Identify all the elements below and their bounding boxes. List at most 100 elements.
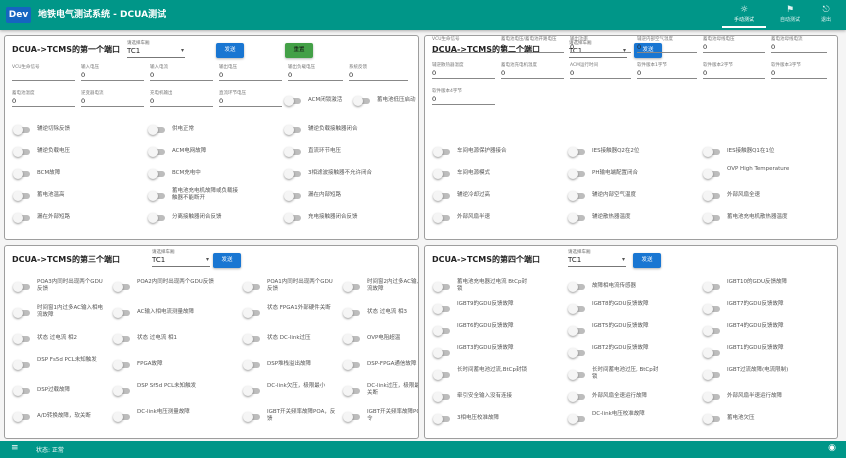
input-field[interactable]: 输出电压 0 — [219, 64, 282, 81]
app-bar: Dev 地铁电气测试系统 - DCUA测试 ☼ 手动测试 ⚑ 自动测试 ⎋ 退出 — [0, 0, 846, 30]
switch-thumb — [433, 169, 443, 179]
field-value: 0 — [12, 97, 17, 105]
switch-thumb — [568, 326, 578, 336]
switch-label: AC输入相电流测量故障 — [137, 309, 195, 315]
eye-icon[interactable]: ◉ — [828, 443, 836, 453]
switch-thumb — [284, 191, 294, 201]
input-field[interactable]: 系统反馈 0 — [349, 64, 408, 81]
switch-label: 蓄电池低压启动 — [377, 97, 416, 103]
input-field[interactable]: 软件版本2字节 0 — [703, 62, 765, 79]
field-value: 0 — [637, 69, 642, 77]
switch-thumb — [13, 386, 23, 396]
switch-label: 状态 过电流 相2 — [37, 335, 77, 341]
switch-label: IGBT3的GDU反馈故障 — [457, 345, 514, 351]
switch-thumb — [343, 360, 353, 370]
input-field[interactable]: 输出功率 0 — [570, 36, 631, 53]
send-button[interactable]: 发送 — [213, 253, 241, 268]
field-value: 0 — [219, 97, 224, 105]
car-select[interactable]: 请选择车厢 TC1 ▾ — [127, 40, 185, 58]
input-field[interactable]: 输出负载电压 0 — [288, 64, 343, 81]
input-field[interactable]: 输入电压 0 — [81, 64, 144, 81]
switch-label: DSP-FPGA通信故障 — [367, 361, 417, 367]
nav-exit[interactable]: ⎋ 退出 — [804, 2, 846, 28]
switch-label: DC-link电压校准故障 — [592, 411, 645, 417]
switch-thumb — [343, 386, 353, 396]
field-value: 0 — [432, 95, 437, 103]
input-field[interactable]: 软件版本4字节 0 — [432, 88, 495, 105]
switch-thumb — [284, 147, 294, 157]
field-label: 软件版本4字节 — [432, 89, 462, 94]
port-panel-1: DCUA->TCMS的第一个端口 请选择车厢 TC1 ▾ 发送 重置 VCU生命信号 输入电压… — [4, 35, 419, 240]
switch-label: DC-link过压，极限最大，软关断 — [367, 383, 419, 396]
input-field[interactable]: ACM运行时间 0 — [570, 62, 631, 79]
switch-label: 充电接触器闭合反馈 — [308, 214, 358, 220]
switch-label: 长时间蓄电池过流,BtCp封锁 — [457, 367, 528, 373]
switch-thumb — [703, 392, 713, 402]
input-field[interactable]: VCU生命信号 — [12, 64, 75, 81]
switch-label: IGBT8的GDU反馈故障 — [592, 301, 649, 307]
switch-label: ACM电网故障 — [172, 148, 207, 154]
switch-thumb — [703, 304, 713, 314]
field-label: 输入电压 — [81, 65, 99, 70]
switch-thumb — [568, 169, 578, 179]
switch-label: IGBT5的GDU反馈故障 — [592, 323, 649, 329]
field-value: 0 — [349, 71, 354, 79]
switch-thumb — [343, 412, 353, 422]
switch-thumb — [113, 360, 123, 370]
input-field[interactable]: VCU生命信号 — [432, 36, 495, 53]
switch-thumb — [148, 213, 158, 223]
switch-label: IGBT1的GDU反馈故障 — [727, 345, 784, 351]
port-panel-3: DCUA->TCMS的第三个端口 请选择车厢 TC1 ▾ 发送 POA3内同时出现两个GD… — [4, 245, 419, 439]
send-button[interactable]: 发送 — [216, 43, 244, 58]
switch-thumb — [13, 125, 23, 135]
input-field[interactable]: 直流环节电压 0 — [219, 90, 282, 107]
panel-title: DCUA->TCMS的第三个端口 — [12, 255, 121, 264]
field-value: 0 — [432, 69, 437, 77]
input-field[interactable]: 辅逆内部空气温度 0 — [637, 36, 697, 53]
car-select[interactable]: 请选择车厢 TC1 ▾ — [568, 249, 626, 267]
app-logo: Dev — [6, 7, 31, 23]
input-field[interactable]: 输入电流 0 — [150, 64, 213, 81]
switch-label: 辅逆负载接触器闭合 — [308, 126, 358, 132]
input-field[interactable]: 软件版本3字节 0 — [771, 62, 827, 79]
switch-thumb — [568, 213, 578, 223]
chevron-down-icon: ▾ — [205, 256, 209, 263]
nav-manual-test[interactable]: ☼ 手动测试 — [722, 2, 766, 28]
switch-label: DSP Fs5d PCL未知触发 — [37, 357, 97, 363]
nav-label: 手动测试 — [733, 17, 754, 23]
input-field[interactable]: 充电机输出 0 — [150, 90, 213, 107]
send-button[interactable]: 发送 — [633, 253, 661, 268]
switch-label: 分离接触器闭合反馈 — [172, 214, 222, 220]
field-value: 0 — [81, 97, 86, 105]
switch-label: BCM充电中 — [172, 170, 201, 176]
switch-thumb — [568, 282, 578, 292]
switch-thumb — [13, 334, 23, 344]
field-label: 直流环节电压 — [219, 91, 246, 96]
input-field[interactable]: 蓄电池温度 0 — [12, 90, 75, 107]
switch-thumb — [284, 213, 294, 223]
input-field[interactable]: 蓄电池电压/蓄电池开路电压 0 — [501, 36, 564, 53]
input-field[interactable]: 软件版本1字节 0 — [637, 62, 697, 79]
input-field[interactable]: 逆变器电流 0 — [81, 90, 144, 107]
switch-thumb — [703, 169, 713, 179]
switch-label: 辅逆切除反馈 — [37, 126, 71, 132]
switch-thumb — [353, 96, 363, 106]
switch-label: IGBT6的GDU反馈故障 — [457, 323, 514, 329]
input-field[interactable]: 蓄电池母线电压 0 — [703, 36, 765, 53]
reset-button[interactable]: 重置 — [285, 43, 313, 58]
switch-label: 蓄电池温高 — [37, 192, 65, 198]
menu-icon[interactable]: ≡ — [11, 443, 19, 453]
input-field[interactable]: 辅逆散热器温度 0 — [432, 62, 495, 79]
car-select[interactable]: 请选择车厢 TC1 ▾ — [152, 249, 210, 267]
field-value: 0 — [771, 43, 776, 51]
input-field[interactable]: 蓄电池母线电流 0 — [771, 36, 827, 53]
select-value: TC1 — [568, 256, 582, 264]
switch-label: 外部风扇半速运行故障 — [727, 393, 783, 399]
switch-label: 供电正常 — [172, 126, 195, 132]
switch-thumb — [284, 96, 294, 106]
input-field[interactable]: 蓄电池充电机温度 0 — [501, 62, 564, 79]
switch-label: FPGA故障 — [137, 361, 163, 367]
field-label: 蓄电池充电机温度 — [501, 63, 537, 68]
port-panel-2: DCUA->TCMS的第二个端口 请选择车厢 TC1 ▾ 发送 VCU生命信号 蓄电池电压/… — [424, 35, 838, 240]
switch-label: IES接触器Q1在1位 — [727, 148, 775, 154]
